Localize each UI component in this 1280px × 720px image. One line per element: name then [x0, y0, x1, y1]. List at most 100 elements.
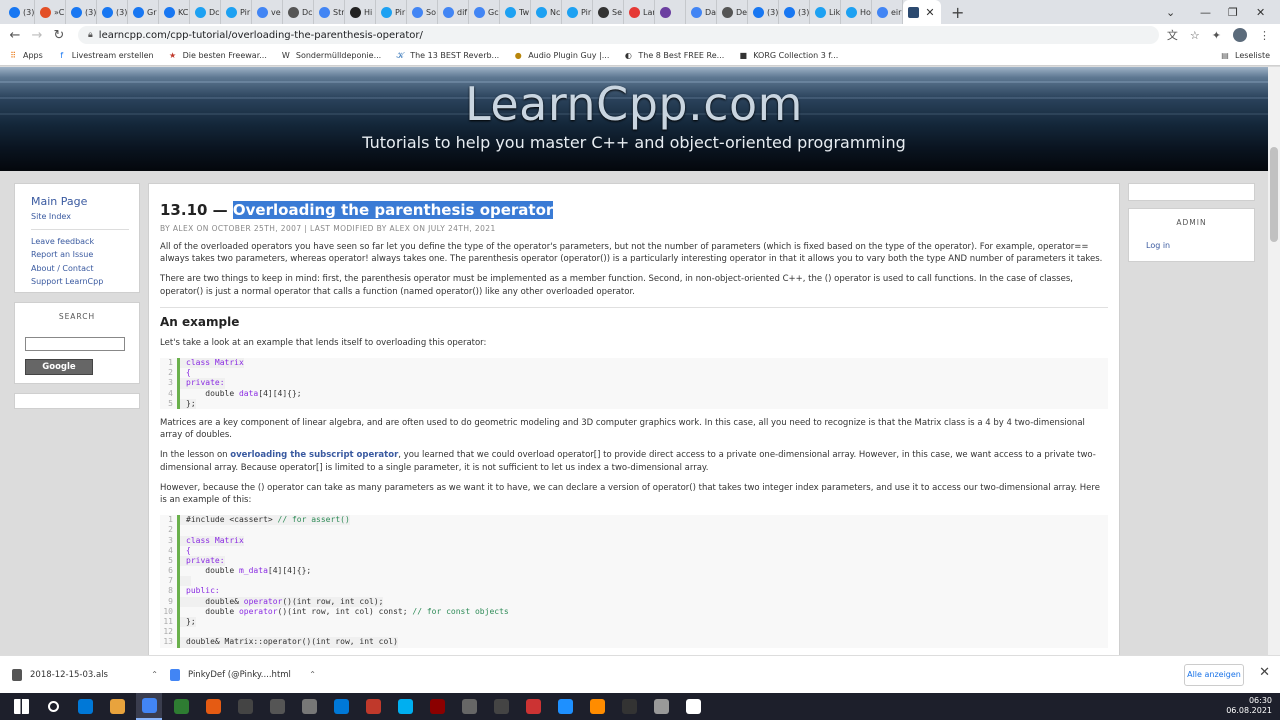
browser-tab[interactable]: De [717, 0, 748, 24]
browser-tab[interactable]: »C [35, 0, 66, 24]
subscript-operator-link[interactable]: overloading the subscript operator [230, 450, 398, 460]
browser-tab[interactable]: Pir [376, 0, 407, 24]
translate-icon[interactable]: 文 [1167, 27, 1178, 43]
browser-tab[interactable]: eir [872, 0, 903, 24]
browser-tab[interactable]: Lik [810, 0, 841, 24]
code-block-matrix-operator[interactable]: 1 #include <cassert> // for assert() 2 3 cl… [160, 515, 1108, 648]
browser-tab[interactable]: Pir [562, 0, 593, 24]
taskbar-app-icon[interactable] [680, 693, 706, 720]
page-scrollbar[interactable] [1268, 67, 1280, 655]
browser-tab[interactable]: Se [593, 0, 624, 24]
search-input[interactable] [25, 337, 125, 351]
browser-tab[interactable]: (3) [4, 0, 35, 24]
taskbar-app-icon[interactable] [296, 693, 322, 720]
login-link[interactable]: Log in [1146, 241, 1170, 250]
report-issue-link[interactable]: Report an Issue [31, 248, 139, 262]
close-downloads-icon[interactable]: ✕ [1259, 665, 1270, 680]
bookmark-star-icon[interactable]: ☆ [1190, 29, 1200, 42]
browser-tab[interactable]: (3) [779, 0, 810, 24]
browser-tab[interactable]: (3) [748, 0, 779, 24]
close-window-icon[interactable]: ✕ [1256, 0, 1265, 24]
site-title[interactable]: LearnCpp.com [0, 77, 1268, 131]
browser-tab[interactable]: Gr [128, 0, 159, 24]
browser-tab[interactable]: Da [686, 0, 717, 24]
taskbar-app-icon[interactable] [392, 693, 418, 720]
browser-tab[interactable]: Pir [221, 0, 252, 24]
bookmark-item[interactable]: ★ Die besten Freewar... [168, 51, 267, 61]
taskbar-app-icon[interactable] [648, 693, 674, 720]
restore-icon[interactable]: ❐ [1228, 0, 1238, 24]
browser-tab[interactable]: dif [438, 0, 469, 24]
browser-tab[interactable]: Dc [283, 0, 314, 24]
taskbar-app-icon[interactable] [232, 693, 258, 720]
minimize-icon[interactable]: — [1200, 0, 1211, 24]
browser-tab[interactable]: KC [159, 0, 190, 24]
site-index-link[interactable]: Site Index [31, 210, 139, 224]
bookmark-item[interactable]: ◐ The 8 Best FREE Re... [623, 51, 724, 61]
taskbar-app-icon[interactable] [136, 693, 162, 720]
about-contact-link[interactable]: About / Contact [31, 262, 139, 276]
reading-list-button[interactable]: ▤ Leseliste [1220, 51, 1270, 61]
forward-icon[interactable]: → [26, 28, 48, 43]
bookmark-item[interactable]: 𝒦 The 13 BEST Reverb... [395, 51, 500, 61]
show-all-downloads-button[interactable]: Alle anzeigen [1184, 664, 1244, 686]
taskbar-app-icon[interactable] [328, 693, 354, 720]
scrollbar-thumb[interactable] [1270, 147, 1278, 242]
start-button[interactable] [8, 693, 34, 720]
taskbar-app-icon[interactable] [520, 693, 546, 720]
taskbar-app-icon[interactable] [264, 693, 290, 720]
taskbar-app-icon[interactable] [200, 693, 226, 720]
bookmark-item[interactable]: ● Audio Plugin Guy |... [513, 51, 610, 61]
reload-icon[interactable]: ↻ [48, 28, 70, 43]
taskbar-app-icon[interactable] [552, 693, 578, 720]
taskbar-app-icon[interactable] [488, 693, 514, 720]
profile-avatar[interactable] [1233, 28, 1247, 42]
taskbar-app-icon[interactable] [456, 693, 482, 720]
download-item[interactable]: PinkyDef (@Pinky....html ⌃ [158, 668, 316, 681]
browser-tab[interactable]: Nc [531, 0, 562, 24]
bookmark-item[interactable]: W Sondermülldeponie... [281, 51, 381, 61]
browser-tab[interactable]: Str [314, 0, 345, 24]
download-options-chevron-icon[interactable]: ⌃ [151, 670, 158, 679]
search-taskbar-icon[interactable] [40, 693, 66, 720]
taskbar-app-icon[interactable] [104, 693, 130, 720]
browser-tab[interactable]: So [407, 0, 438, 24]
lock-icon[interactable]: 🔒︎ [88, 30, 93, 40]
code-block-matrix[interactable]: 1 class Matrix 2{3 private: 4 double data[4]… [160, 358, 1108, 409]
close-tab-icon[interactable]: ✕ [922, 6, 938, 19]
taskbar-app-icon[interactable] [72, 693, 98, 720]
browser-tab[interactable]: Ho [841, 0, 872, 24]
browser-tab[interactable]: Lar [624, 0, 655, 24]
menu-icon[interactable]: ⋮ [1259, 29, 1270, 42]
bookmark-item[interactable]: f Livestream erstellen [57, 51, 153, 61]
tab-label: Pir [395, 7, 406, 17]
browser-tab[interactable] [655, 0, 686, 24]
tab-search-icon[interactable]: ⌄ [1166, 0, 1175, 24]
taskbar-app-icon[interactable] [616, 693, 642, 720]
leave-feedback-link[interactable]: Leave feedback [31, 235, 139, 249]
taskbar-app-icon[interactable] [424, 693, 450, 720]
browser-tab[interactable]: Tw [500, 0, 531, 24]
new-tab-icon[interactable]: + [951, 3, 964, 22]
browser-tab[interactable]: Gc [469, 0, 500, 24]
browser-tab[interactable]: Hi [345, 0, 376, 24]
browser-tab[interactable]: (3) [66, 0, 97, 24]
extensions-icon[interactable]: ✦ [1212, 29, 1221, 42]
download-options-chevron-icon[interactable]: ⌃ [309, 670, 316, 679]
taskbar-app-icon[interactable] [584, 693, 610, 720]
google-search-button[interactable]: Google Search [25, 359, 93, 386]
bookmark-item[interactable]: ■ KORG Collection 3 f... [738, 51, 838, 61]
browser-tab[interactable]: Dc [190, 0, 221, 24]
browser-tab-active[interactable]: ✕ [903, 0, 941, 24]
url-field[interactable]: 🔒︎ learncpp.com/cpp-tutorial/overloading… [78, 26, 1159, 44]
download-item[interactable]: 2018-12-15-03.als ⌃ [0, 668, 158, 681]
bookmark-item[interactable]: ⠿ Apps [8, 51, 43, 61]
browser-tab[interactable]: (3) [97, 0, 128, 24]
taskbar-clock[interactable]: 06:30 06.08.2021 [1226, 696, 1272, 716]
back-icon[interactable]: ← [4, 28, 26, 43]
main-page-link[interactable]: Main Page [31, 194, 139, 210]
browser-tab[interactable]: ve [252, 0, 283, 24]
taskbar-app-icon[interactable] [168, 693, 194, 720]
support-link[interactable]: Support LearnCpp [31, 275, 139, 289]
taskbar-app-icon[interactable] [360, 693, 386, 720]
